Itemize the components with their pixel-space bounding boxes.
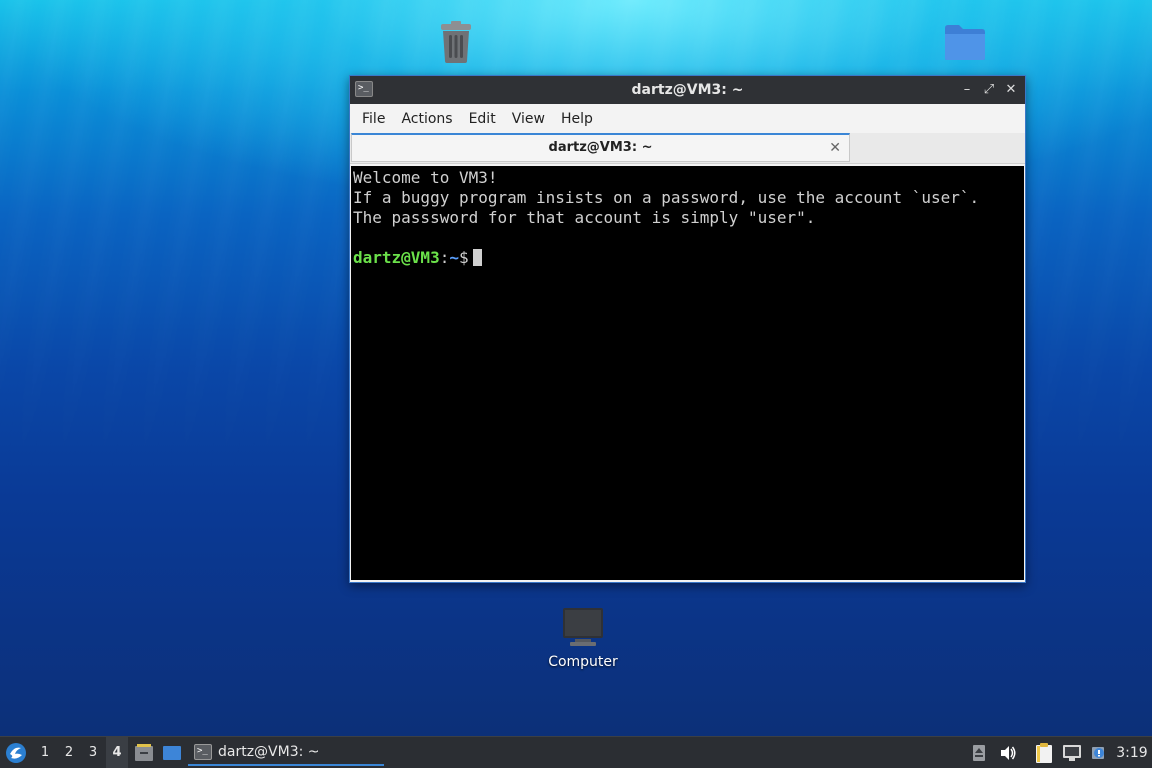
computer-icon <box>563 608 603 646</box>
menu-actions[interactable]: Actions <box>393 111 460 127</box>
menu-edit[interactable]: Edit <box>461 111 504 127</box>
menu-bar: File Actions Edit View Help <box>350 104 1025 133</box>
quicklaunch-file-manager[interactable] <box>132 737 156 768</box>
task-label: dartz@VM3: ~ <box>218 743 320 760</box>
quicklaunch-desktop[interactable] <box>160 737 184 768</box>
eject-icon <box>973 744 985 761</box>
file-manager-icon <box>135 743 153 761</box>
terminal-prompt: dartz@VM3:~$ <box>353 248 1022 268</box>
terminal-window[interactable]: >_ dartz@VM3: ~ – ⤢ ✕ File Actions Edit … <box>349 75 1026 583</box>
maximize-button[interactable]: ⤢ <box>981 80 997 100</box>
show-desktop-icon <box>163 745 181 760</box>
folder-icon <box>945 25 985 60</box>
close-button[interactable]: ✕ <box>1003 80 1019 100</box>
prompt-separator: : <box>439 248 450 267</box>
tray-notifications[interactable] <box>1088 737 1110 768</box>
menu-file[interactable]: File <box>354 111 393 127</box>
taskbar: 1 2 3 4 >_ dartz@VM3: ~ 3:19 <box>0 736 1152 768</box>
terminal-icon: >_ <box>194 743 212 760</box>
desktop-icon-computer[interactable]: Computer <box>540 606 626 670</box>
tab-label: dartz@VM3: ~ <box>548 140 653 155</box>
workspace-4[interactable]: 4 <box>106 737 128 768</box>
menu-view[interactable]: View <box>504 111 553 127</box>
terminal-output[interactable]: Welcome to VM3! If a buggy program insist… <box>351 166 1024 580</box>
desktop-icon-folder[interactable] <box>940 22 990 68</box>
network-icon <box>1063 744 1081 761</box>
desktop-icon-trash[interactable] <box>430 20 482 70</box>
clipboard-icon <box>1036 742 1052 763</box>
prompt-path: ~ <box>449 248 459 267</box>
desktop-icon-label: Computer <box>548 654 618 670</box>
terminal-line: ​ <box>353 228 1022 248</box>
tab-terminal[interactable]: dartz@VM3: ~ ✕ <box>351 133 850 162</box>
tray-volume[interactable] <box>996 737 1020 768</box>
workspace-2[interactable]: 2 <box>58 737 80 768</box>
window-titlebar[interactable]: >_ dartz@VM3: ~ – ⤢ ✕ <box>350 76 1025 104</box>
terminal-cursor <box>472 249 482 266</box>
start-menu-button[interactable] <box>3 737 29 768</box>
terminal-line: The passsword for that account is simply… <box>353 208 816 227</box>
clock[interactable]: 3:19 <box>1114 737 1150 768</box>
notification-icon <box>1092 746 1104 759</box>
prompt-symbol: $ <box>458 248 469 267</box>
tray-clipboard[interactable] <box>1032 737 1056 768</box>
terminal-line: Welcome to VM3! <box>353 168 498 187</box>
workspace-1[interactable]: 1 <box>34 737 56 768</box>
lxqt-logo-icon <box>6 742 26 763</box>
tray-network[interactable] <box>1060 737 1084 768</box>
terminal-line: If a buggy program insists on a password… <box>353 188 980 207</box>
menu-help[interactable]: Help <box>553 111 601 127</box>
tab-bar: dartz@VM3: ~ ✕ <box>350 133 1025 164</box>
volume-icon <box>1001 745 1016 760</box>
minimize-button[interactable]: – <box>959 80 975 100</box>
taskbar-task-terminal[interactable]: >_ dartz@VM3: ~ <box>188 739 384 766</box>
window-title: dartz@VM3: ~ <box>631 82 744 98</box>
workspace-3[interactable]: 3 <box>82 737 104 768</box>
trash-icon <box>441 21 471 63</box>
tray-removable-media[interactable] <box>968 737 990 768</box>
tab-close-icon[interactable]: ✕ <box>829 135 841 161</box>
prompt-user-host: dartz@VM3 <box>353 248 440 267</box>
